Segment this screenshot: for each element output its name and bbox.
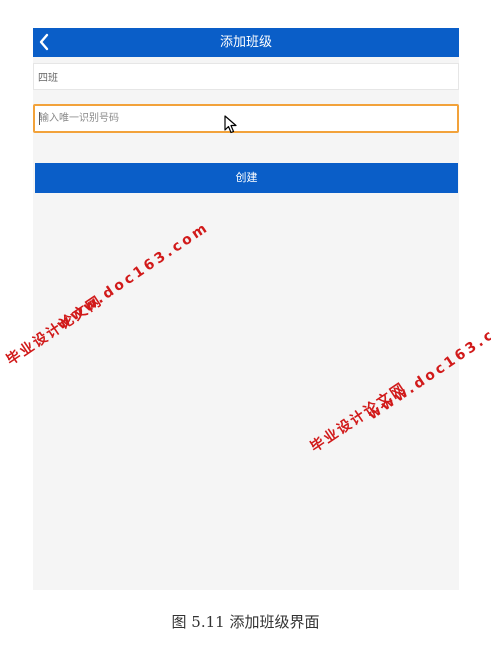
app-screen: 添加班级 创建: [33, 28, 459, 590]
mouse-cursor-icon: [224, 115, 237, 134]
class-name-field[interactable]: [33, 63, 459, 90]
class-name-input[interactable]: [34, 64, 458, 89]
text-caret: [39, 112, 40, 125]
page-title: 添加班级: [219, 35, 272, 50]
class-id-field[interactable]: [33, 104, 459, 133]
figure-caption: 图 5.11 添加班级界面: [171, 613, 320, 631]
class-id-input[interactable]: [35, 106, 457, 131]
create-button[interactable]: 创建: [35, 163, 458, 193]
title-bar: 添加班级: [33, 28, 459, 57]
